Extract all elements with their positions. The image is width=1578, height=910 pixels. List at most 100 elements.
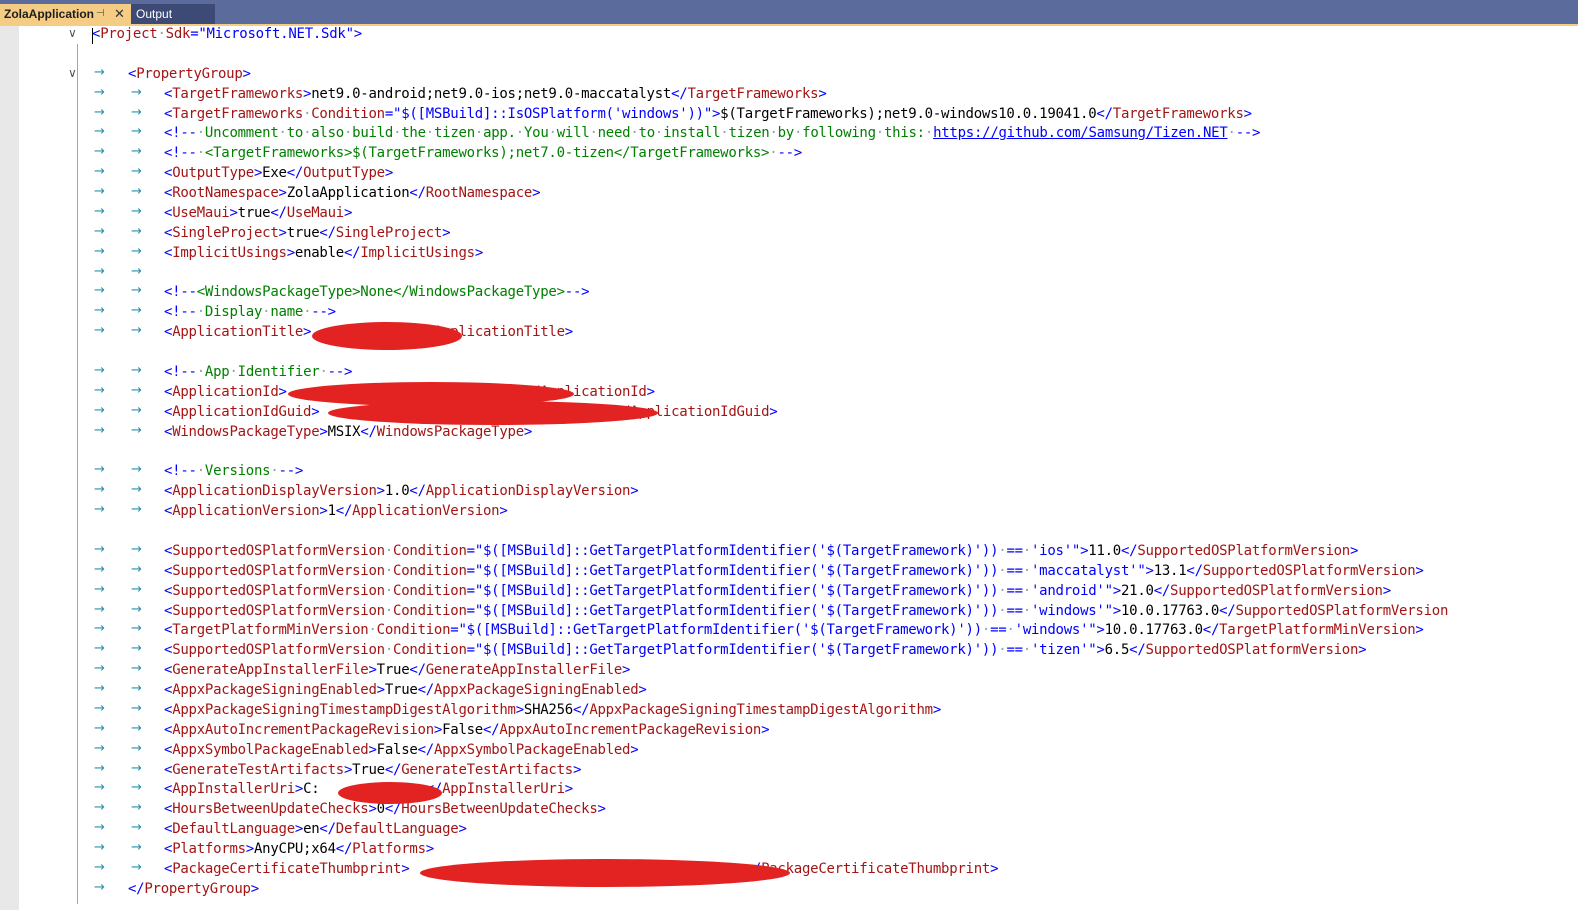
code-line[interactable]: → → <TargetFrameworks·Condition="$([MSBuil… xyxy=(0,104,1578,124)
code-token: install xyxy=(663,125,721,142)
code-line[interactable]: → → <ImplicitUsings>enable</ImplicitUsings… xyxy=(0,243,1578,263)
code-token: > xyxy=(278,224,287,241)
fold-chevron-icon[interactable]: ∨ xyxy=(68,26,77,40)
code-token: True xyxy=(376,662,410,679)
code-line[interactable]: → → xyxy=(0,263,1578,283)
code-line[interactable]: → → <SupportedOSPlatformVersion·Condition=… xyxy=(0,541,1578,561)
code-line[interactable]: → → <OutputType>Exe</OutputType> xyxy=(0,163,1578,183)
code-line[interactable]: → → <ApplicationDisplayVersion>1.0</Applic… xyxy=(0,481,1578,501)
close-icon[interactable]: ✕ xyxy=(114,4,125,24)
tab-zolaapplication[interactable]: ZolaApplication ⊣ ✕ xyxy=(0,4,131,24)
code-line[interactable]: ∨ → <PropertyGroup> xyxy=(0,64,1578,84)
code-line[interactable]: →→<ApplicationId> </ApplicationId> xyxy=(0,382,1578,402)
code-token: < xyxy=(164,423,173,440)
code-line[interactable]: → → <AppxSymbolPackageEnabled>False</AppxS… xyxy=(0,740,1578,760)
code-token: · xyxy=(196,125,205,142)
code-line[interactable]: → → <SupportedOSPlatformVersion·Condition=… xyxy=(0,581,1578,601)
code-token: < xyxy=(164,761,173,778)
code-token: > xyxy=(818,85,827,102)
tab-output[interactable]: Output xyxy=(131,4,215,24)
code-token: SupportedOSPlatformVersion xyxy=(172,582,385,599)
code-line[interactable]: →→<ApplicationTitle> </ApplicationTitle> xyxy=(0,322,1578,342)
code-link[interactable]: https://github.com/Samsung/Tizen.NET xyxy=(933,125,1228,141)
code-editor[interactable]: ∨ <Project·Sdk="Microsoft.NET.Sdk"> ∨ → <Pro… xyxy=(0,24,1578,910)
code-line[interactable] xyxy=(0,441,1578,461)
tab-whitespace-arrow-icon: → xyxy=(131,681,142,697)
code-line[interactable]: → → <SupportedOSPlatformVersion·Condition=… xyxy=(0,640,1578,660)
fold-chevron-icon[interactable]: ∨ xyxy=(68,66,77,80)
tab-whitespace-arrow-icon: → xyxy=(131,303,142,319)
code-line[interactable]: → → <UseMaui>true</UseMaui> xyxy=(0,203,1578,223)
code-line[interactable]: ∨ <Project·Sdk="Microsoft.NET.Sdk"> xyxy=(0,24,1578,44)
code-line[interactable]: → → <GenerateAppInstallerFile>True</Genera… xyxy=(0,660,1578,680)
code-line[interactable]: → → <HoursBetweenUpdateChecks>0</HoursBetw… xyxy=(0,799,1578,819)
code-line[interactable]: → → <!--·Display·name·--> xyxy=(0,302,1578,322)
code-line[interactable]: →→<ApplicationIdGuid> </ApplicationIdGui… xyxy=(0,402,1578,422)
code-line[interactable]: → → <AppxPackageSigningTimestampDigestAlgo… xyxy=(0,700,1578,720)
code-token: --> xyxy=(278,463,304,480)
code-token: </ xyxy=(671,85,688,102)
code-token: · xyxy=(368,622,377,639)
code-line[interactable]: →→<PackageCertificateThumbprint> </Packa… xyxy=(0,859,1578,879)
code-token: < xyxy=(164,105,173,122)
code-token: OutputType xyxy=(303,165,385,182)
code-line[interactable] xyxy=(0,521,1578,541)
code-token: </ xyxy=(335,841,353,858)
tab-whitespace-arrow-icon: → xyxy=(94,541,105,557)
code-line[interactable]: → → <SingleProject>true</SingleProject> xyxy=(0,223,1578,243)
code-line[interactable]: →→<AppInstallerUri>C: </AppInstallerUri> xyxy=(0,779,1578,799)
code-token: < xyxy=(164,324,173,341)
code-line[interactable]: → </PropertyGroup> xyxy=(0,879,1578,899)
code-token: < xyxy=(164,602,173,619)
code-token: < xyxy=(164,503,173,520)
code-text: <TargetFrameworks·Condition="$([MSBuild]… xyxy=(164,104,1252,124)
code-line[interactable]: → → <TargetPlatformMinVersion·Condition="$… xyxy=(0,620,1578,640)
code-line[interactable]: → → <Platforms>AnyCPU;x64</Platforms> xyxy=(0,839,1578,859)
code-token: SupportedOSPlatformVersion xyxy=(172,602,385,619)
code-token: Uncomment xyxy=(204,125,279,142)
tab-whitespace-arrow-icon: → xyxy=(94,681,105,697)
tab-whitespace-arrow-icon: → xyxy=(131,184,142,200)
tab-whitespace-arrow-icon: → xyxy=(131,800,142,816)
code-line[interactable]: → → <DefaultLanguage>en</DefaultLanguage> xyxy=(0,819,1578,839)
pin-icon[interactable]: ⊣ xyxy=(96,4,105,24)
code-token: · xyxy=(589,125,598,142)
code-token: < xyxy=(164,165,173,182)
code-token: ApplicationTitle xyxy=(172,324,304,341)
code-token: < xyxy=(164,483,173,500)
code-line[interactable]: → → <GenerateTestArtifacts>True</GenerateT… xyxy=(0,760,1578,780)
code-text: <!--·Versions·--> xyxy=(164,461,303,481)
code-line[interactable]: → → <TargetFrameworks>net9.0-android;net9.… xyxy=(0,84,1578,104)
code-line[interactable]: → → <!--·Versions·--> xyxy=(0,461,1578,481)
code-token: > xyxy=(303,324,312,341)
code-line[interactable]: → → <!--·Uncomment·to·also·build·the·tizen… xyxy=(0,123,1578,143)
code-text: <TargetPlatformMinVersion·Condition="$([… xyxy=(164,620,1424,640)
code-token: · xyxy=(1006,622,1015,639)
code-token: > xyxy=(1243,105,1252,122)
code-token: 21.0 xyxy=(1120,582,1154,599)
code-line[interactable]: → → <SupportedOSPlatformVersion·Condition=… xyxy=(0,561,1578,581)
code-token: · xyxy=(319,363,328,380)
code-line[interactable]: → → <AppxPackageSigningEnabled>True</AppxP… xyxy=(0,680,1578,700)
tab-whitespace-arrow-icon: → xyxy=(94,482,105,498)
code-token: GenerateAppInstallerFile xyxy=(172,662,369,679)
code-line[interactable]: → → <AppxAutoIncrementPackageRevision>Fals… xyxy=(0,720,1578,740)
code-token: </ xyxy=(1202,622,1220,639)
code-line[interactable] xyxy=(0,44,1578,64)
code-token: </ xyxy=(335,503,353,520)
code-token: GenerateTestArtifacts xyxy=(401,761,573,778)
code-line[interactable]: → → <WindowsPackageType>MSIX</WindowsPacka… xyxy=(0,422,1578,442)
code-line[interactable]: → → <RootNamespace>ZolaApplication</RootNa… xyxy=(0,183,1578,203)
code-line[interactable]: → → <ApplicationVersion>1</ApplicationVers… xyxy=(0,501,1578,521)
code-line[interactable]: → → <!--·<TargetFrameworks>$(TargetFramewo… xyxy=(0,143,1578,163)
code-line[interactable]: → → <SupportedOSPlatformVersion·Condition=… xyxy=(0,601,1578,621)
redaction-mark xyxy=(420,859,790,887)
code-token: by xyxy=(777,125,795,142)
code-line[interactable]: → → <!--<WindowsPackageType>None</WindowsP… xyxy=(0,282,1578,302)
code-token: $(TargetFrameworks);net9.0-windows10.0.1… xyxy=(720,105,1097,122)
code-line[interactable] xyxy=(0,342,1578,362)
code-token: WindowsPackageType xyxy=(172,423,320,440)
code-token: ApplicationVersion xyxy=(352,503,500,520)
code-token: Versions xyxy=(204,463,271,480)
code-line[interactable]: → → <!--·App·Identifier·--> xyxy=(0,362,1578,382)
